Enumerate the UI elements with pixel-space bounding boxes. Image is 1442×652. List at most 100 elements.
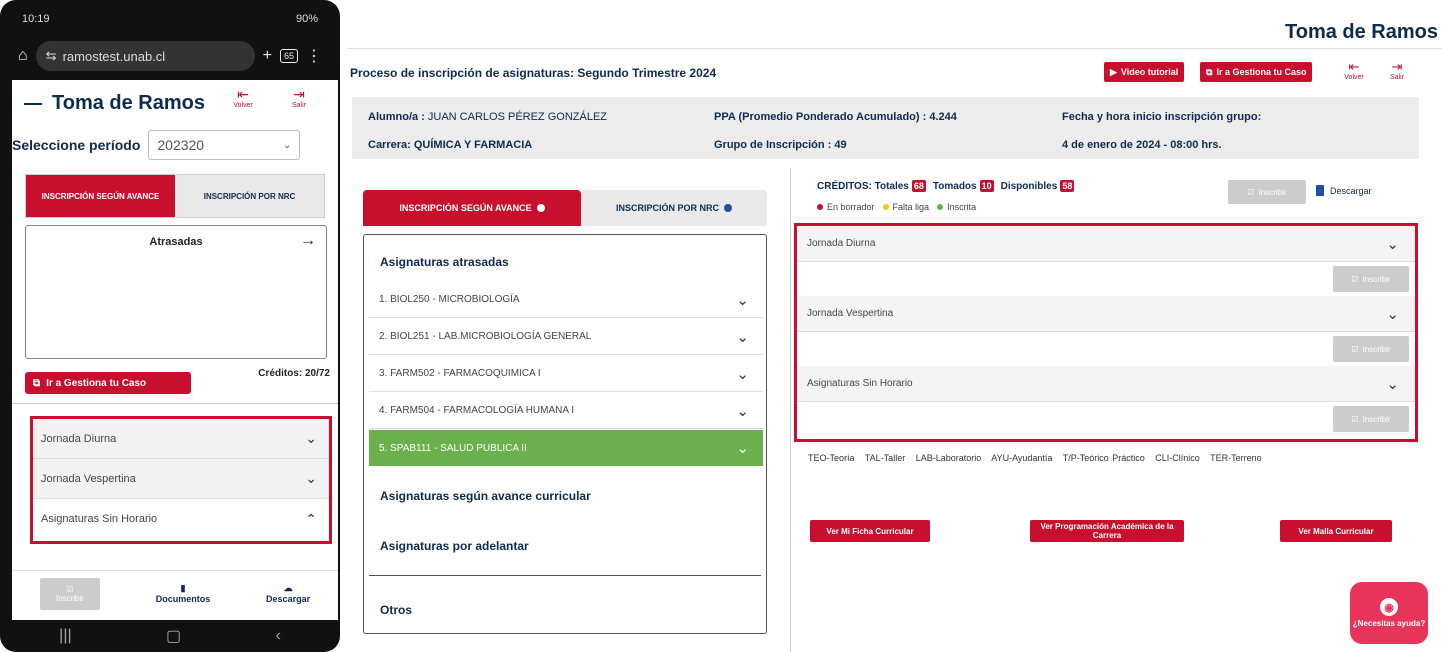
abbreviations-legend: TEO-Teoría TAL-Taller LAB-Laboratorio AY… [808, 453, 1262, 463]
volver-button[interactable]: ⇤ Volver [1339, 59, 1369, 82]
logout-icon: ⇥ [1391, 59, 1403, 74]
help-chat-button[interactable]: ◉ ¿Necesitas ayuda? [1350, 582, 1428, 644]
descargar-button[interactable]: Descargar [1316, 185, 1372, 196]
creditos-summary: CRÉDITOS: Totales 68 Tomados 10 Disponib… [817, 180, 1075, 192]
inscribir-button[interactable]: ☑ Inscribir [1228, 180, 1306, 204]
carrera-field: Carrera: QUÍMICA Y FARMACIA [368, 139, 533, 151]
jornada-diurna[interactable]: Jornada Diurna ⌄ [797, 226, 1415, 262]
inscribir-diurna-button[interactable]: ☑ Inscribir [1333, 266, 1409, 292]
phone-page-title: Toma de Ramos [24, 92, 205, 115]
logo-bar-icon [24, 102, 42, 105]
chevron-down-icon: ⌄ [1386, 375, 1399, 393]
status-legend: En borrador Falta liga Inscrita [817, 202, 976, 212]
tab-inscripcion-avance[interactable]: INSCRIPCIÓN SEGÚN AVANCE [363, 190, 581, 226]
avance-heading[interactable]: Asignaturas según avance curricular [380, 489, 591, 503]
adelantar-heading[interactable]: Asignaturas por adelantar [380, 539, 529, 553]
check-icon: ☑ [1351, 274, 1359, 284]
inscripcion-tabs: INSCRIPCIÓN SEGÚN AVANCE INSCRIPCIÓN POR… [363, 190, 767, 226]
check-icon: ☑ [1351, 414, 1359, 424]
exit-arrow-icon: ⇤ [1348, 59, 1360, 74]
info-icon [536, 204, 545, 212]
play-icon: ▶ [1110, 66, 1117, 77]
phone-gestiona-button[interactable]: ⧉ Ir a Gestiona tu Caso [25, 372, 191, 394]
tomados-badge: 10 [979, 180, 994, 192]
falta-liga-dot [882, 204, 889, 210]
tabs-count[interactable]: 65 [279, 49, 298, 63]
course-item[interactable]: 3. FARM502 - FARMACOQUIMICA I ⌄ [369, 356, 763, 392]
arrow-right-icon[interactable]: → [300, 232, 316, 250]
grupo-field: Grupo de Inscripción : 49 [714, 139, 847, 151]
atrasadas-box: Atrasadas → [25, 225, 327, 359]
phone-creditos: Créditos: 20/72 [258, 368, 330, 379]
site-info-icon[interactable]: ⇆ [46, 48, 57, 64]
phone-jornadas-list: Jornada Diurna ⌄ Jornada Vespertina ⌄ Asig… [30, 416, 332, 544]
panel-divider [369, 575, 761, 576]
exit-arrow-icon: ⇤ [237, 86, 249, 102]
period-label: Seleccione período [12, 137, 141, 153]
new-tab-icon[interactable]: + [263, 47, 272, 65]
fecha-value: 4 de enero de 2024 - 08:00 hrs. [1062, 139, 1222, 151]
external-link-icon: ⧉ [33, 377, 41, 389]
phone-salir-button[interactable]: ⇥ Salir [282, 86, 316, 109]
status-battery: 90% [295, 13, 318, 25]
info-icon [724, 204, 732, 212]
student-info: Alumno/a : JUAN CARLOS PÉREZ GONZÁLEZ Ca… [352, 97, 1419, 159]
asignaturas-sin-horario[interactable]: Asignaturas Sin Horario ⌄ [797, 366, 1415, 402]
url-text: ramostest.unab.cl [62, 48, 166, 64]
phone-screen: Toma de Ramos ⇤ Volver ⇥ Salir Seleccione … [12, 80, 338, 620]
ppa-field: PPA (Promedio Ponderado Acumulado) : 4.2… [714, 111, 957, 123]
phone-jornada-vespertina[interactable]: Jornada Vespertina ⌄ [33, 459, 329, 499]
tab-inscripcion-nrc[interactable]: INSCRIPCIÓN POR NRC [581, 190, 767, 226]
chevron-down-icon: ⌄ [282, 139, 292, 151]
chevron-up-icon: ⌃ [305, 510, 317, 527]
chevron-down-icon: ⌄ [736, 365, 749, 383]
tab-inscripcion-nrc[interactable]: INSCRIPCIÓN POR NRC [175, 175, 324, 217]
totales-badge: 68 [911, 180, 926, 192]
logout-icon: ⇥ [293, 86, 305, 102]
jornadas-list: Jornada Diurna ⌄ ☑ Inscribir Jornada Vespe… [794, 223, 1418, 442]
phone-descargar-button[interactable]: ☁ Descargar [266, 583, 310, 604]
course-item[interactable]: 2. BIOL251 - LAB.MICROBIOLOGÍA GENERAL ⌄ [369, 319, 763, 355]
course-item[interactable]: 4. FARM504 - FARMACOLOGÍA HUMANA I ⌄ [369, 393, 763, 429]
alumno-field: Alumno/a : JUAN CARLOS PÉREZ GONZÁLEZ [368, 111, 607, 123]
video-tutorial-button[interactable]: ▶ Video tutorial [1104, 62, 1185, 82]
phone-asignaturas-sin-horario[interactable]: Asignaturas Sin Horario ⌃ [33, 499, 329, 539]
course-item-selected[interactable]: 5. SPAB111 - SALUD PUBLICA II ⌄ [369, 430, 763, 466]
documentos-button[interactable]: ▮ Documentos [156, 583, 211, 604]
otros-heading[interactable]: Otros [380, 603, 412, 617]
recents-icon[interactable]: ||| [59, 627, 71, 645]
phone-volver-button[interactable]: ⇤ Volver [226, 86, 260, 109]
fecha-label: Fecha y hora inicio inscripción grupo: [1062, 111, 1262, 123]
inscribir-vespertina-button[interactable]: ☑ Inscribir [1333, 336, 1409, 362]
check-icon: ☑ [1247, 187, 1255, 197]
url-field[interactable]: ⇆ ramostest.unab.cl [35, 41, 255, 71]
phone-frame: 10:19 90% ⌂ ⇆ ramostest.unab.cl + 65 ⋮ T… [0, 0, 340, 652]
atrasadas-heading[interactable]: Asignaturas atrasadas [380, 255, 509, 269]
phone-tabs: INSCRIPCIÓN SEGÚN AVANCE INSCRIPCIÓN POR… [25, 174, 325, 218]
inscribir-sin-horario-button[interactable]: ☑ Inscribir [1333, 406, 1409, 432]
borrador-dot [817, 204, 823, 210]
period-select[interactable]: 202320 ⌄ [148, 130, 301, 160]
chat-icon: ◉ [1380, 598, 1398, 616]
inscrita-dot [937, 204, 944, 210]
jornada-vespertina[interactable]: Jornada Vespertina ⌄ [797, 296, 1415, 332]
file-icon [1316, 185, 1324, 196]
chevron-down-icon: ⌄ [736, 291, 749, 309]
chevron-down-icon: ⌄ [1386, 305, 1399, 323]
back-icon[interactable]: ‹ [275, 627, 280, 645]
programacion-academica-button[interactable]: Ver Programación Académica de la Carrera [1030, 520, 1184, 542]
disponibles-badge: 58 [1060, 180, 1075, 192]
tab-inscripcion-avance[interactable]: INSCRIPCIÓN SEGÚN AVANCE [26, 175, 175, 217]
asignaturas-panel: Asignaturas atrasadas 1. BIOL250 - MICRO… [363, 234, 767, 634]
phone-inscribir-button[interactable]: ☑ Inscribir [39, 577, 100, 610]
home-icon[interactable]: ⌂ [18, 47, 28, 65]
gestiona-caso-button[interactable]: ⧉ Ir a Gestiona tu Caso [1200, 62, 1313, 82]
phone-jornada-diurna[interactable]: Jornada Diurna ⌄ [33, 419, 329, 459]
malla-curricular-button[interactable]: Ver Malla Curricular [1280, 520, 1392, 542]
menu-icon[interactable]: ⋮ [306, 46, 322, 66]
ficha-curricular-button[interactable]: Ver Mi Ficha Curricular [810, 520, 930, 542]
cloud-icon: ☁ [283, 583, 293, 593]
home-nav-icon[interactable]: ▢ [166, 626, 181, 646]
salir-button[interactable]: ⇥ Salir [1382, 59, 1412, 82]
course-item[interactable]: 1. BIOL250 - MICROBIOLOGÍA ⌄ [369, 282, 763, 318]
